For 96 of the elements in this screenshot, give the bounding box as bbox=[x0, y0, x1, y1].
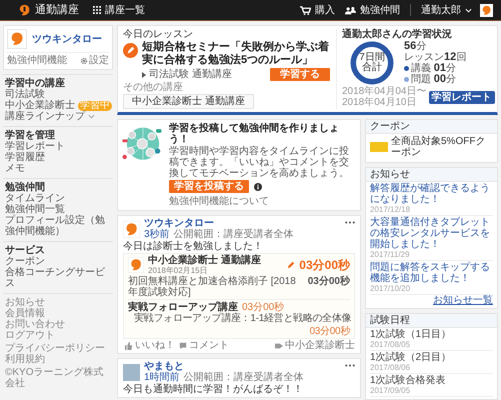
user-menu[interactable]: 通勤太郎 bbox=[421, 4, 461, 16]
sidebar-link[interactable]: メモ bbox=[5, 163, 25, 174]
sidebar-link[interactable]: 学習履歴 bbox=[5, 152, 45, 163]
chevron-icon[interactable] bbox=[88, 114, 95, 119]
about-link[interactable]: 勉強仲間機能について bbox=[169, 196, 269, 207]
card-heading: 試験日程 bbox=[366, 314, 497, 328]
comment-icon[interactable] bbox=[179, 342, 187, 350]
legend-label: 問題 00分 bbox=[411, 74, 456, 85]
exam-name: 1次試験（2日目） bbox=[370, 352, 452, 363]
news-link[interactable]: 解答履歴が確認できるようになりました！ bbox=[370, 183, 493, 205]
logo-icon bbox=[128, 257, 144, 273]
other-course-button[interactable]: 中小企業診断士 通勤講座 bbox=[123, 94, 254, 109]
donut-label: 7日間合計 bbox=[358, 53, 386, 73]
news-date: 2017/10/20 bbox=[370, 284, 412, 293]
more-icon[interactable] bbox=[345, 364, 355, 367]
sidebar-link[interactable]: 学習レポート bbox=[5, 141, 65, 152]
info-icon bbox=[254, 182, 262, 190]
sidebar-link[interactable]: 合格コーチングサービス bbox=[5, 267, 113, 289]
comment-button[interactable]: コメント bbox=[189, 340, 229, 351]
donut-ring bbox=[350, 41, 394, 85]
people-icon[interactable] bbox=[345, 6, 356, 14]
total-time: 56分 bbox=[404, 41, 428, 52]
tag-icon bbox=[275, 342, 283, 350]
author-name[interactable]: ツウキンタロー bbox=[144, 218, 341, 229]
section-heading: 勉強仲間 bbox=[5, 182, 46, 193]
section-heading: 学習中の講座 bbox=[5, 78, 66, 89]
study-buddies-link[interactable]: 勉強仲間 bbox=[360, 4, 400, 16]
logo-icon[interactable] bbox=[18, 4, 31, 16]
pencil-icon bbox=[123, 43, 138, 58]
total-study-time: 03分00秒 bbox=[299, 258, 350, 272]
profile-name[interactable]: ツウキンタロー bbox=[32, 34, 102, 44]
lesson-count: レッスン12回 bbox=[404, 52, 466, 63]
thumbs-up-icon[interactable] bbox=[125, 342, 133, 350]
chevron-down-icon[interactable] bbox=[465, 8, 472, 12]
like-button[interactable]: いいね！ bbox=[135, 340, 175, 351]
exam-date: 2017/08/06 bbox=[370, 363, 412, 372]
sidebar-link[interactable]: 講座ラインナップ bbox=[5, 111, 85, 122]
lecture-title: 実戦フォローアップ講座：1-1経営と戦略の全体像 bbox=[134, 313, 352, 324]
lecture-title: 初回無料講座と加速合格添削子 [2018年度試験対応] bbox=[128, 276, 297, 298]
promo-title: 学習を投稿して勉強仲間を作りましょう！ bbox=[169, 123, 340, 145]
avatar-icon[interactable] bbox=[480, 4, 493, 16]
section-heading: 今日のレッスン bbox=[123, 29, 194, 40]
exam-date: 2017/09/05 bbox=[370, 386, 412, 395]
coupon-link[interactable]: 全商品対象5%OFFクーポン bbox=[391, 136, 493, 158]
status-heading: 通勤太郎さんの学習状況 bbox=[342, 29, 453, 40]
lesson-title[interactable]: 短期合格セミナー「失敗例から学ぶ着実に合格する勉強法5つのルール」 bbox=[142, 41, 330, 67]
sidebar-link[interactable]: 勉強仲間一覧 bbox=[5, 204, 65, 215]
copyright-text: ©KYOラーニング株式会社 bbox=[5, 367, 104, 389]
course-name: 中小企業診断士 通勤講座 bbox=[148, 255, 262, 266]
more-icon[interactable] bbox=[345, 221, 355, 224]
news-date: 2017/11/29 bbox=[370, 250, 410, 259]
section-heading: サービス bbox=[5, 245, 46, 256]
lecture-time: 03分00秒 bbox=[242, 302, 284, 313]
date-range: 2018年04月04日〜 2018年04月10日 bbox=[342, 86, 426, 108]
settings-link[interactable]: 設定 bbox=[89, 55, 109, 66]
news-date: 2017/12/18 bbox=[370, 205, 412, 214]
course-list-link[interactable]: 講座一覧 bbox=[105, 4, 145, 16]
sidebar-link[interactable]: プロフィール設定（勉強仲間機能） bbox=[5, 215, 113, 237]
visibility-label: 公開範囲：講座受講者全体 bbox=[174, 229, 294, 240]
sidebar-link[interactable]: クーポン bbox=[5, 256, 45, 267]
exam-name: 1次試験合格発表 bbox=[370, 375, 447, 386]
exam-date: 2017/08/05 bbox=[370, 340, 412, 349]
cart-icon[interactable] bbox=[300, 6, 311, 14]
section-heading: その他の講座 bbox=[123, 82, 184, 93]
post-time: 1時間前 bbox=[144, 372, 180, 383]
section-heading: 学習を管理 bbox=[5, 130, 56, 141]
lecture-time: 03分00秒 bbox=[308, 276, 350, 289]
triangle-icon bbox=[142, 72, 146, 78]
course-name: 実戦フォローアップ講座 bbox=[128, 302, 238, 313]
legend-label: 講義 01分 bbox=[411, 63, 456, 74]
card-heading: クーポン bbox=[366, 120, 497, 134]
visibility-label: 公開範囲：講座受講者全体 bbox=[184, 372, 304, 383]
grid-icon[interactable] bbox=[93, 6, 101, 14]
author-name[interactable]: やまもと bbox=[144, 361, 341, 372]
news-link[interactable]: 問題に解答をスキップする機能を追加しました！ bbox=[370, 262, 493, 284]
sidebar-link[interactable]: タイムライン bbox=[5, 193, 65, 204]
post-text: 今日も通勤時間に学習！がんばるぞ！！ bbox=[123, 384, 304, 395]
settings-icon[interactable] bbox=[80, 56, 88, 64]
course-name: 司法試験 通勤講座 bbox=[149, 69, 232, 80]
exam-name: 1次試験（1日目） bbox=[370, 329, 452, 340]
card-heading: お知らせ bbox=[366, 168, 497, 182]
study-report-button[interactable]: 学習レポート bbox=[428, 90, 494, 104]
post-time: 3秒前 bbox=[144, 229, 170, 240]
purchase-link[interactable]: 購入 bbox=[315, 4, 335, 16]
pencil-icon bbox=[287, 261, 296, 269]
feature-label: 勉強仲間機能 bbox=[7, 55, 67, 66]
post-text: 今日は診断士を勉強しました！ bbox=[123, 241, 264, 252]
sidebar-link[interactable]: 中小企業診断士 bbox=[5, 100, 75, 111]
sidebar-link[interactable]: 司法試験 bbox=[5, 89, 45, 100]
logo-text[interactable]: 通勤講座 bbox=[35, 4, 79, 16]
news-link[interactable]: 大容量通信付きタブレットの格安レンタルサービスを開始しました！ bbox=[370, 217, 493, 250]
status-badge: 学習中 bbox=[78, 100, 112, 110]
record-date: 2018年02月15日 bbox=[148, 266, 209, 275]
lecture-time: 03分00秒 bbox=[310, 326, 350, 337]
promo-text: 学習時間や学習内容をタイムラインに投稿できます。「いいね」やコメントを交換してモチベーションを高めましょう。 bbox=[169, 146, 350, 179]
course-tag: 中小企業診断士 bbox=[285, 340, 355, 351]
